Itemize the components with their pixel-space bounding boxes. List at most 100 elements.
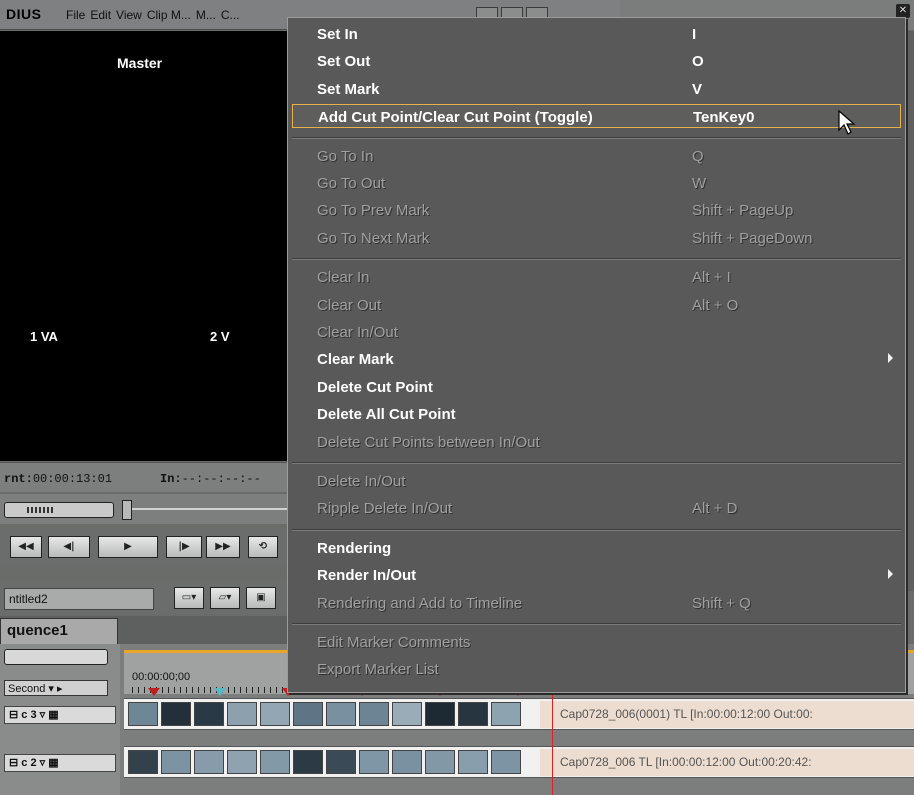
play-icon[interactable]: ▶ [98, 536, 158, 558]
menu-item-label: Render In/Out [317, 567, 417, 585]
menu-item-delete-cut-points-between-in-out[interactable]: Delete Cut Points between In/Out [292, 430, 901, 454]
track-header-2[interactable]: ⊟ c 2 ▿ ▦ [4, 754, 116, 772]
menu-item-shortcut: Alt + O [692, 296, 739, 314]
menu-item-edit-marker-comments[interactable]: Edit Marker Comments [292, 630, 901, 654]
timeline-unit-select[interactable]: Second ▾ ▸ [4, 680, 108, 696]
submenu-arrow-icon [888, 353, 893, 364]
thumbnail [227, 750, 257, 774]
menu-item-label: Edit Marker Comments [317, 634, 471, 651]
thumbnail [227, 702, 257, 726]
project-name-field[interactable]: ntitled2 [4, 588, 154, 610]
menu-item-label: Delete In/Out [317, 473, 406, 490]
clip-track-3[interactable]: Cap0728_006(0001) TL [In:00:00:12:00 Out… [124, 698, 914, 730]
menu-file[interactable]: File [66, 8, 85, 22]
menu-item-rendering-and-add-to-timeline[interactable]: Rendering and Add to Timeline Shift + Q [292, 591, 901, 615]
menu-item-go-to-out[interactable]: Go To Out W [292, 171, 901, 195]
cut-marker[interactable] [148, 688, 160, 696]
menu-item-label: Ripple Delete In/Out [317, 500, 453, 518]
thumbnail [392, 702, 422, 726]
menu-item-go-to-prev-mark[interactable]: Go To Prev Mark Shift + PageUp [292, 198, 901, 222]
step-forward-icon[interactable]: |▶ [166, 536, 202, 558]
menu-item-shortcut: W [692, 175, 707, 192]
track-label-va: 1 VA [30, 329, 58, 344]
menu-item-set-out[interactable]: Set Out O [292, 49, 901, 73]
thumbnail [458, 750, 488, 774]
menu-view[interactable]: View [116, 8, 142, 22]
clip-track-2[interactable]: Cap0728_006 TL [In:00:00:12:00 Out:00:20… [124, 746, 914, 778]
context-menu: Set In I Set Out O Set Mark V Add Cut Point/Cl… [287, 17, 906, 693]
menu-item-go-to-next-mark[interactable]: Go To Next Mark Shift + PageDown [292, 226, 901, 250]
menu-item-clear-out[interactable]: Clear Out Alt + O [292, 293, 901, 317]
menu-item-add-cut-point-clear-cut-point-toggle[interactable]: Add Cut Point/Clear Cut Point (Toggle) Te… [292, 104, 901, 129]
menu-item-shortcut: I [692, 26, 697, 43]
menu-m[interactable]: M... [196, 8, 216, 22]
fast-forward-icon[interactable]: ▶▶ [206, 536, 240, 558]
menu-item-label: Clear In/Out [317, 324, 398, 341]
timeline-track-headers: Second ▾ ▸ ⊟ c 3 ▿ ▦ ⊟ c 2 ▿ ▦ [0, 644, 120, 795]
timeline-zoom-slider[interactable] [4, 649, 108, 665]
menu-item-label: Set In [317, 26, 358, 43]
menu-item-label: Clear In [317, 269, 370, 287]
menu-item-set-in[interactable]: Set In I [292, 22, 901, 46]
menu-item-go-to-in[interactable]: Go To In Q [292, 144, 901, 168]
open-folder-icon[interactable]: ▱▾ [210, 587, 240, 609]
loop-icon[interactable]: ⟲ [248, 536, 278, 558]
sequence-tab[interactable]: quence1 [0, 618, 118, 644]
menu-item-delete-all-cut-point[interactable]: Delete All Cut Point [292, 402, 901, 426]
menu-item-label: Set Mark [317, 80, 380, 98]
menu-item-delete-cut-point[interactable]: Delete Cut Point [292, 375, 901, 399]
app-name: DIUS [6, 6, 42, 22]
menu-item-shortcut: V [692, 80, 703, 98]
thumbnail [128, 750, 158, 774]
jog-slider[interactable] [4, 502, 114, 518]
menu-item-shortcut: Shift + Q [692, 594, 751, 612]
menu-item-delete-in-out[interactable]: Delete In/Out [292, 469, 901, 493]
position-bar[interactable] [132, 508, 300, 510]
menu-clip[interactable]: Clip M... [147, 8, 191, 22]
menu-item-set-mark[interactable]: Set Mark V [292, 77, 901, 101]
step-back-icon[interactable]: ◀| [48, 536, 90, 558]
menu-item-shortcut: TenKey0 [693, 109, 755, 127]
menu-item-label: Clear Out [317, 296, 382, 314]
clip-thumbnails [128, 702, 521, 726]
in-timecode: In:--:--:--:-- [160, 472, 261, 486]
close-icon[interactable]: ✕ [896, 4, 910, 18]
menu-edit[interactable]: Edit [90, 8, 111, 22]
menu-item-label: Go To Out [317, 175, 386, 192]
menu-item-clear-in[interactable]: Clear In Alt + I [292, 265, 901, 289]
menu-item-rendering[interactable]: Rendering [292, 536, 901, 560]
scrub-row [0, 494, 300, 524]
thumbnail [359, 702, 389, 726]
menu-item-ripple-delete-in-out[interactable]: Ripple Delete In/Out Alt + D [292, 496, 901, 520]
position-handle[interactable] [122, 500, 132, 520]
menu-c[interactable]: C... [221, 8, 240, 22]
menu-item-label: Go To Next Mark [317, 229, 430, 247]
thumbnail [491, 702, 521, 726]
menu-separator [292, 136, 901, 139]
menu-separator [292, 623, 901, 625]
menu-item-clear-in-out[interactable]: Clear In/Out [292, 320, 901, 344]
thumbnail [194, 702, 224, 726]
thumbnail [293, 750, 323, 774]
thumbnail [161, 702, 191, 726]
in-marker[interactable] [214, 688, 226, 696]
clip-thumbnails [128, 750, 521, 774]
thumbnail [359, 750, 389, 774]
save-icon[interactable]: ▣ [246, 587, 276, 609]
rewind-icon[interactable]: ◀◀ [10, 536, 42, 558]
menu-item-label: Export Marker List [317, 661, 439, 679]
thumbnail [425, 750, 455, 774]
sequence-tab-row: quence1 [0, 616, 300, 644]
menu-item-clear-mark[interactable]: Clear Mark [292, 347, 901, 371]
menu-bar: File Edit View Clip M... M... C... [66, 8, 240, 22]
preview-monitor[interactable]: Master 1 VA 2 V [0, 31, 300, 461]
file-row: ntitled2 ▭▾ ▱▾ ▣ [0, 582, 300, 614]
menu-item-export-marker-list[interactable]: Export Marker List [292, 657, 901, 681]
new-file-icon[interactable]: ▭▾ [174, 587, 204, 609]
menu-item-shortcut: O [692, 53, 704, 71]
menu-item-label: Add Cut Point/Clear Cut Point (Toggle) [318, 109, 593, 127]
track-header-3[interactable]: ⊟ c 3 ▿ ▦ [4, 706, 116, 724]
transport-controls: ◀◀ ◀| ▶ |▶ ▶▶ ⟲ [0, 528, 300, 566]
clip-label: Cap0728_006 TL [In:00:00:12:00 Out:00:20… [560, 755, 812, 769]
menu-item-render-in-out[interactable]: Render In/Out [292, 563, 901, 587]
